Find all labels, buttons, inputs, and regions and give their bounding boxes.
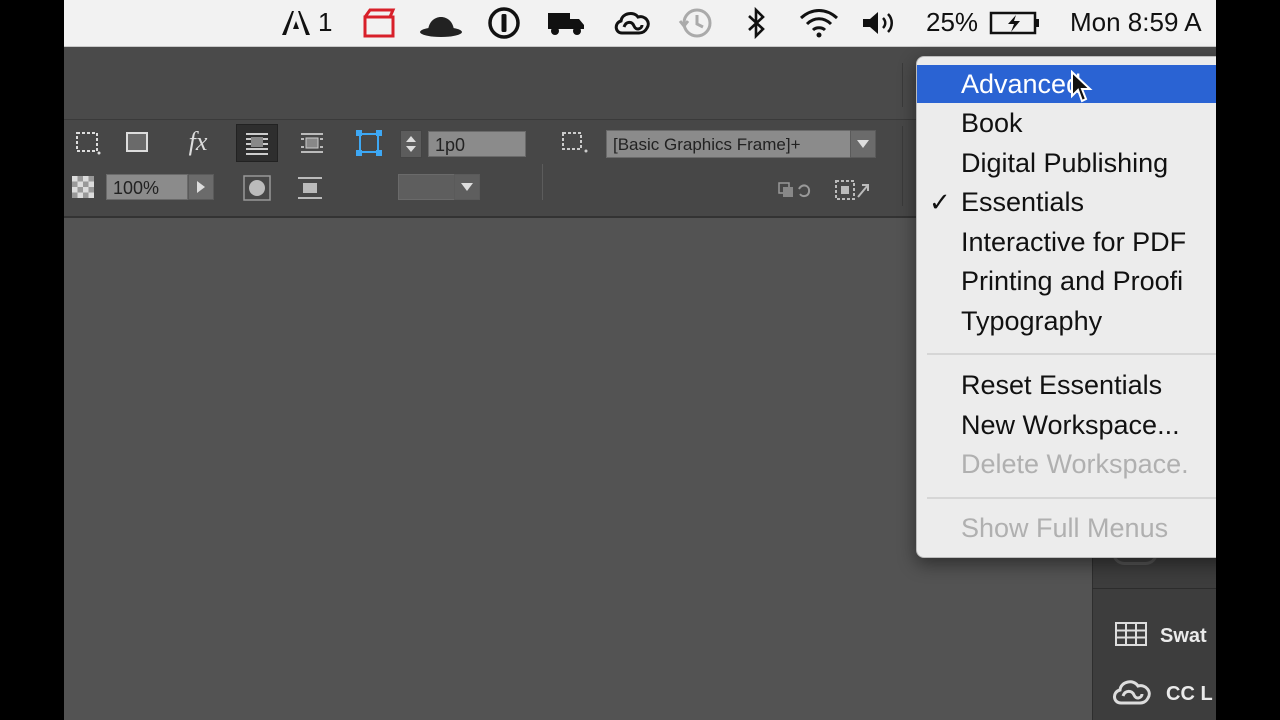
object-style-dropdown[interactable]: [Basic Graphics Frame]+ — [606, 130, 852, 158]
cc-libraries-panel-tab[interactable]: CC L — [1092, 666, 1216, 720]
stroke-type-dropdown-button[interactable] — [454, 174, 480, 200]
reference-point-icon[interactable] — [352, 126, 386, 160]
stroke-weight-stepper[interactable] — [400, 130, 422, 158]
object-style-dropdown-button[interactable] — [850, 130, 876, 158]
swatches-grid-icon — [1114, 621, 1148, 652]
menu-separator — [927, 497, 1216, 499]
adobe-icon[interactable] — [278, 0, 314, 46]
checkmark-icon: ✓ — [929, 187, 951, 217]
stroke-icon[interactable] — [122, 128, 154, 158]
menu-item-interactive-for-pdf[interactable]: Interactive for PDF — [917, 223, 1216, 261]
transmit-truck-icon[interactable] — [544, 0, 588, 46]
1password-icon[interactable] — [484, 0, 524, 46]
menu-item-delete-workspace: Delete Workspace. — [961, 449, 1189, 479]
cc-libraries-panel-label: CC L — [1166, 682, 1213, 705]
workspace-menu: Advanced Book Digital Publishing ✓ Essen… — [916, 56, 1216, 558]
wrap-jump-object-icon[interactable] — [292, 172, 328, 204]
alfred-hat-icon[interactable] — [418, 0, 464, 46]
opacity-icon — [68, 172, 98, 202]
opacity-expand-button[interactable] — [188, 174, 214, 200]
wifi-icon[interactable] — [796, 0, 842, 46]
menu-item-advanced[interactable]: Advanced — [917, 65, 1216, 103]
menu-item-reset-essentials[interactable]: Reset Essentials — [917, 366, 1216, 404]
fitting-icon[interactable] — [832, 178, 874, 202]
menu-item-show-full-menus: Show Full Menus — [961, 513, 1169, 543]
text-wrap-none-icon[interactable] — [236, 124, 278, 162]
bluetooth-icon[interactable] — [740, 0, 772, 46]
menu-bar: 1 25% Mon 8:59 A — [64, 0, 1216, 47]
object-style-icon[interactable] — [558, 128, 590, 156]
clear-overrides-icon[interactable] — [776, 178, 816, 202]
battery-percent: 25% — [926, 7, 979, 37]
cc-libraries-icon — [1110, 677, 1154, 712]
menu-item-new-workspace[interactable]: New Workspace... — [917, 406, 1216, 444]
swatches-panel-label: Swat — [1160, 624, 1207, 647]
menu-item-book[interactable]: Book — [917, 104, 1216, 142]
clapper-icon[interactable] — [360, 0, 398, 46]
wrap-bounding-box-icon[interactable] — [292, 126, 332, 160]
opacity-field[interactable]: 100% — [106, 174, 188, 200]
menu-item-essentials[interactable]: ✓ Essentials — [917, 183, 1216, 221]
menu-item-printing-and-proofing[interactable]: Printing and Proofi — [917, 262, 1216, 300]
battery-icon[interactable] — [988, 0, 1044, 46]
mouse-cursor-icon — [1070, 69, 1094, 109]
creative-cloud-icon[interactable] — [610, 0, 654, 46]
stroke-weight-field[interactable]: 1p0 — [428, 131, 526, 157]
menu-item-typography[interactable]: Typography — [917, 302, 1216, 340]
wrap-object-shape-icon[interactable] — [240, 172, 274, 204]
screen: 1 25% Mon 8:59 A fx 1p0 [Basic Graphics … — [64, 0, 1216, 720]
fill-none-icon[interactable] — [72, 128, 104, 158]
menu-item-digital-publishing[interactable]: Digital Publishing — [917, 144, 1216, 182]
clock[interactable]: Mon 8:59 A — [1070, 7, 1202, 38]
effects-button[interactable]: fx — [176, 126, 220, 158]
swatches-panel-tab[interactable]: Swat — [1092, 608, 1216, 664]
menu-separator — [927, 353, 1216, 355]
time-machine-icon[interactable] — [676, 0, 716, 46]
volume-icon[interactable] — [858, 0, 900, 46]
adobe-badge: 1 — [318, 7, 333, 37]
stroke-type-dropdown[interactable] — [398, 174, 458, 200]
